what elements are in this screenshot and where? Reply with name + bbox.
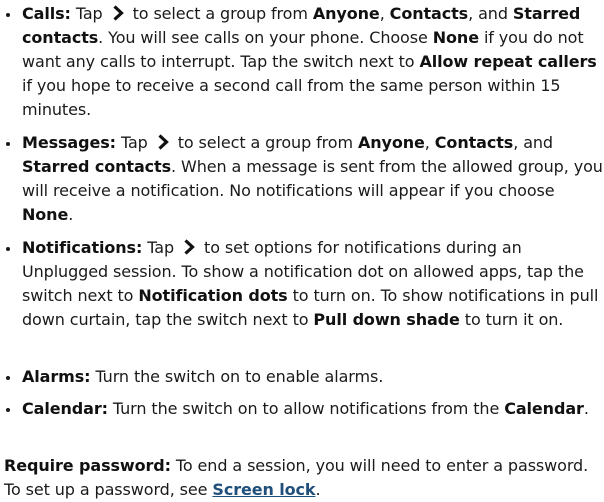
app-calendar: Calendar [504,399,584,418]
text-run: to turn it on. [459,310,564,329]
item-title: Messages: [22,133,116,152]
list-item-calls: Calls: Tap to select a group from Anyone… [0,2,604,122]
text-run: , and [468,4,513,23]
text-run: to select a group from [127,4,313,23]
item-title: Alarms: [22,367,91,386]
text-run: Tap [115,133,153,152]
text-run: Tap [142,238,180,257]
text-run: , [424,133,435,152]
text-run: , [379,4,390,23]
text-run: . [315,480,321,499]
document-page: Calls: Tap to select a group from Anyone… [0,0,604,499]
item-title: Calendar: [22,399,108,418]
chevron-right-icon [109,4,127,22]
list-item-alarms: Alarms: Turn the switch on to enable ala… [0,365,604,389]
paragraph-require-password: Require password: To end a session, you … [4,454,604,502]
setting-allow-repeat-callers: Allow repeat callers [419,52,597,71]
chevron-right-icon [154,133,172,151]
screen-lock-link[interactable]: Screen lock [212,480,315,499]
item-title: Notifications: [22,238,143,257]
setting-pull-down-shade: Pull down shade [313,310,460,329]
text-run: Turn the switch on to allow notification… [107,399,505,418]
text-run: . [68,205,74,224]
list-item-notifications: Notifications: Tap to set options for no… [0,236,604,332]
text-run: Turn the switch on to enable alarms. [90,367,384,386]
option-none: None [432,28,479,47]
option-anyone: Anyone [357,133,425,152]
text-run: , and [513,133,553,152]
option-anyone: Anyone [312,4,380,23]
text-run: to select a group from [172,133,358,152]
option-starred-contacts: Starred contacts [22,157,171,176]
option-contacts: Contacts [434,133,514,152]
text-run: . [583,399,589,418]
text-run: if you hope to receive a second call fro… [22,76,561,119]
item-title: Calls: [22,4,71,23]
setting-notification-dots: Notification dots [138,286,288,305]
chevron-right-icon [180,238,198,256]
paragraph-title: Require password: [4,456,171,475]
list-item-calendar: Calendar: Turn the switch on to allow no… [0,397,604,421]
option-contacts: Contacts [389,4,469,23]
text-run: . You will see calls on your phone. Choo… [98,28,433,47]
list-item-messages: Messages: Tap to select a group from Any… [0,131,604,227]
option-none: None [22,205,69,224]
text-run: Tap [70,4,108,23]
